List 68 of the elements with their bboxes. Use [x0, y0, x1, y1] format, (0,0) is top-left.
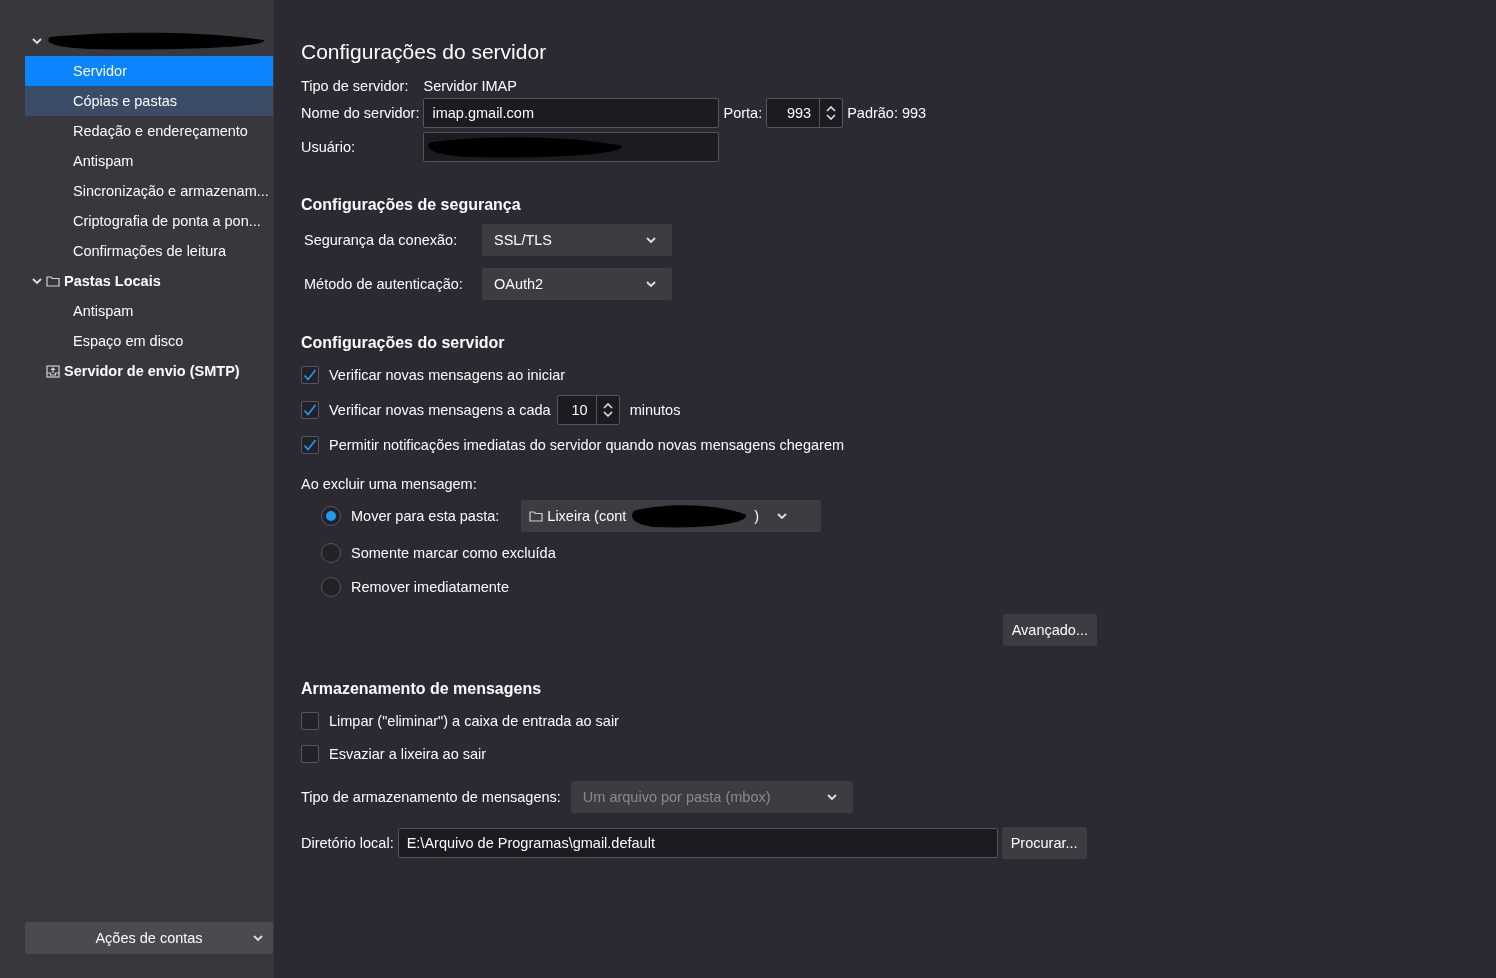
- spin-up-icon: [826, 106, 837, 112]
- checkbox[interactable]: [301, 401, 319, 419]
- server-type-value: Servidor IMAP: [423, 78, 517, 94]
- radio-button[interactable]: [321, 577, 341, 597]
- port-field[interactable]: 993: [766, 98, 844, 128]
- interval-field[interactable]: 10: [556, 395, 620, 425]
- field-label: Tipo de armazenamento de mensagens:: [301, 789, 561, 805]
- section-heading: Configurações do servidor: [301, 334, 506, 352]
- section-label: Ao excluir uma mensagem:: [301, 476, 478, 492]
- browse-button[interactable]: Procurar...: [1001, 827, 1087, 859]
- sidebar-item[interactable]: Antispam: [25, 146, 273, 176]
- local-directory-field[interactable]: E:\Arquivo de Programas\gmail.default: [397, 828, 998, 858]
- spin-up-icon: [602, 403, 613, 409]
- folder-icon: [529, 510, 544, 522]
- folder-dropdown[interactable]: Lixeira (cont ): [521, 500, 822, 532]
- radio-button[interactable]: [321, 543, 341, 563]
- chevron-down-icon[interactable]: [32, 276, 42, 286]
- field-label: Porta:: [723, 105, 763, 121]
- checkbox-label: Verificar novas mensagens ao iniciar: [329, 367, 566, 383]
- checkbox[interactable]: [301, 745, 319, 763]
- radio-label: Somente marcar como excluída: [351, 545, 556, 561]
- tree-item[interactable]: Servidor de envio (SMTP): [64, 363, 240, 379]
- advanced-button[interactable]: Avançado...: [1002, 614, 1097, 646]
- field-label: Usuário:: [301, 139, 356, 155]
- sidebar-item[interactable]: Confirmações de leitura: [25, 236, 273, 266]
- radio-button[interactable]: [321, 506, 341, 526]
- spin-down-icon: [602, 411, 613, 417]
- sidebar-item[interactable]: Criptografia de ponta a pon...: [25, 206, 273, 236]
- select-dropdown[interactable]: SSL/TLS: [482, 224, 672, 256]
- tree-item[interactable]: Pastas Locais: [64, 273, 161, 289]
- chevron-down-icon: [777, 513, 788, 519]
- account-actions-button[interactable]: Ações de contas: [25, 922, 273, 954]
- checkbox[interactable]: [301, 366, 319, 384]
- sidebar-item[interactable]: Sincronização e armazenam...: [25, 176, 273, 206]
- user-field[interactable]: [423, 132, 720, 162]
- sidebar-item[interactable]: Servidor: [25, 56, 273, 86]
- checkbox-label: Esvaziar a lixeira ao sair: [329, 746, 487, 762]
- radio-label: Mover para esta pasta:: [351, 508, 500, 524]
- radio-label: Remover imediatamente: [351, 579, 509, 595]
- section-heading: Configurações de segurança: [301, 196, 522, 214]
- folder-icon: [46, 275, 60, 287]
- field-label: Tipo de servidor:: [301, 78, 410, 94]
- checkbox[interactable]: [301, 712, 319, 730]
- outbox-icon: [46, 364, 60, 378]
- server-name-field[interactable]: imap.gmail.com: [423, 98, 720, 128]
- sidebar-item[interactable]: Espaço em disco: [25, 326, 273, 356]
- section-heading: Armazenamento de mensagens: [301, 680, 543, 698]
- field-label: Nome do servidor:: [301, 105, 420, 121]
- chevron-down-icon[interactable]: [32, 36, 42, 46]
- spin-down-icon: [826, 114, 837, 120]
- field-label: Diretório local:: [301, 835, 394, 851]
- field-label: Segurança da conexão:: [304, 232, 459, 248]
- chevron-down-icon: [646, 281, 656, 287]
- default-port-text: Padrão: 993: [847, 105, 927, 121]
- chevron-down-icon: [253, 935, 263, 941]
- checkbox-label: Permitir notificações imediatas do servidor quando novas mensagens chegarem: [329, 437, 845, 453]
- sidebar-item[interactable]: Redação e endereçamento: [25, 116, 273, 146]
- sidebar-item[interactable]: Cópias e pastas: [25, 86, 273, 116]
- select-dropdown[interactable]: OAuth2: [482, 268, 672, 300]
- chevron-down-icon: [646, 237, 656, 243]
- unit-label: minutos: [629, 402, 681, 418]
- sidebar-item[interactable]: Antispam: [25, 296, 273, 326]
- checkbox[interactable]: [301, 436, 319, 454]
- field-label: Método de autenticação:: [304, 276, 464, 292]
- page-title: Configurações do servidor: [301, 40, 548, 64]
- chevron-down-icon: [826, 794, 837, 800]
- checkbox-label: Limpar ("eliminar") a caixa de entrada ao sair: [329, 713, 619, 729]
- checkbox-label: Verificar novas mensagens a cada: [329, 402, 551, 418]
